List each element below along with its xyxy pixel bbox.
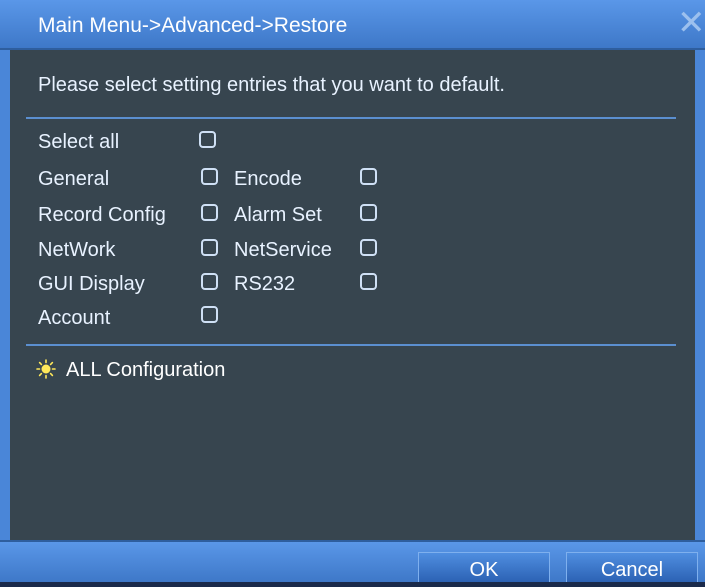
record-config-label: Record Config [38, 204, 166, 226]
title-bar: Main Menu->Advanced->Restore ✕ [0, 0, 705, 50]
ok-button[interactable]: OK [418, 552, 550, 582]
rs232-checkbox[interactable] [360, 273, 377, 290]
button-bar: OK Cancel [0, 540, 705, 582]
instruction-text: Please select setting entries that you w… [38, 74, 505, 96]
account-label: Account [38, 307, 111, 329]
close-icon[interactable]: ✕ [677, 6, 705, 40]
general-checkbox[interactable] [201, 168, 218, 185]
bulb-icon [36, 359, 56, 379]
cancel-button[interactable]: Cancel [566, 552, 698, 582]
select-all-label: Select all [38, 131, 120, 153]
select-all-checkbox[interactable] [199, 131, 216, 148]
encode-checkbox[interactable] [360, 168, 377, 185]
all-configuration-label: ALL Configuration [66, 359, 226, 381]
account-checkbox[interactable] [201, 306, 218, 323]
gui-display-label: GUI Display [38, 273, 145, 295]
alarm-set-checkbox[interactable] [360, 204, 377, 221]
encode-label: Encode [234, 168, 302, 190]
general-label: General [38, 168, 110, 190]
netservice-label: NetService [234, 239, 332, 261]
divider-bottom [26, 344, 676, 346]
record-config-checkbox[interactable] [201, 204, 218, 221]
alarm-set-label: Alarm Set [234, 204, 322, 226]
rs232-label: RS232 [234, 273, 296, 295]
netservice-checkbox[interactable] [360, 239, 377, 256]
network-checkbox[interactable] [201, 239, 218, 256]
gui-display-checkbox[interactable] [201, 273, 218, 290]
divider-top [26, 117, 676, 119]
network-label: NetWork [38, 239, 116, 261]
window-title: Main Menu->Advanced->Restore [38, 14, 348, 37]
restore-dialog: Main Menu->Advanced->Restore ✕ Please se… [0, 0, 705, 582]
